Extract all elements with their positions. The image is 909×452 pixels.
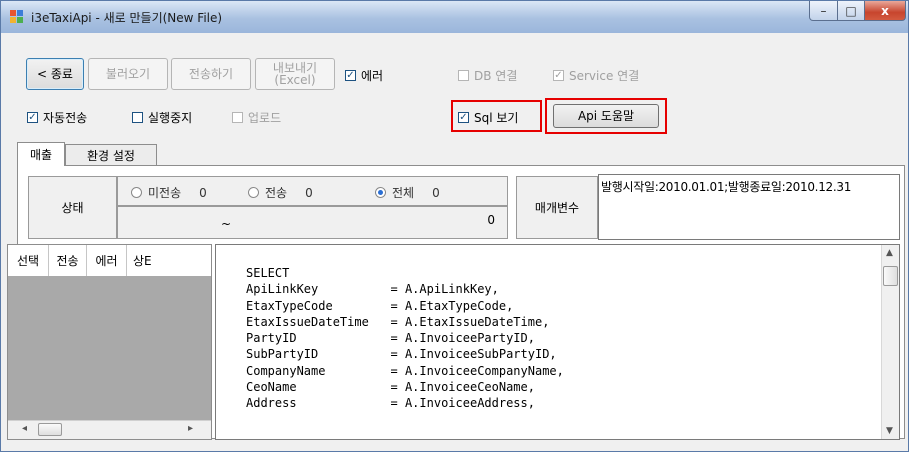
db-connect-label: DB 연결 — [474, 69, 518, 83]
scroll-left-icon[interactable]: ◂ — [22, 423, 27, 434]
grid-hscroll-thumb[interactable] — [38, 423, 62, 436]
radio-selected-icon — [375, 187, 386, 198]
checkbox-empty-icon — [232, 112, 243, 123]
invoice-grid[interactable]: 선택 전송 에러 상E ◂ ▸ — [7, 244, 212, 440]
upload-checkbox[interactable]: 업로드 — [232, 109, 281, 126]
scroll-down-icon[interactable]: ▼ — [886, 426, 893, 436]
grid-hscrollbar[interactable]: ◂ ▸ — [8, 420, 211, 439]
close-button[interactable]: x — [864, 1, 906, 21]
radio-sent[interactable]: 전송 0 — [248, 184, 313, 201]
close-icon: x — [881, 3, 889, 18]
api-help-button[interactable]: Api 도움말 — [553, 104, 659, 128]
sql-line: PartyID = A.InvoiceePartyID, — [246, 331, 535, 346]
maximize-button[interactable]: □ — [837, 1, 865, 21]
params-textbox[interactable]: 발행시작일:2010.01.01;발행종료일:2010.12.31 — [598, 174, 900, 240]
status-label: 상태 — [61, 201, 84, 215]
grid-header-status[interactable]: 상E — [127, 245, 163, 276]
radio-all[interactable]: 전체 0 — [375, 184, 440, 201]
all-count: 0 — [432, 185, 440, 200]
range-separator: ~ — [221, 217, 232, 231]
auto-send-label: 자동전송 — [43, 111, 88, 125]
sql-viewer[interactable]: SELECT ApiLinkKey = A.ApiLinkKey, EtaxTy… — [215, 244, 900, 440]
upload-label: 업로드 — [248, 111, 282, 125]
sql-line: CeoName = A.InvoiceeCeoName, — [246, 380, 535, 395]
error-checkbox[interactable]: ✓ 에러 — [345, 67, 383, 84]
sql-line: Address = A.InvoiceeAddress, — [246, 396, 535, 411]
send-button[interactable]: 전송하기 — [171, 58, 251, 90]
minimize-button[interactable]: – — [809, 1, 838, 21]
grid-header-sent[interactable]: 전송 — [49, 245, 87, 276]
stop-exec-label: 실행중지 — [148, 111, 193, 125]
check-icon: ✓ — [27, 111, 38, 123]
grid-body[interactable] — [8, 276, 211, 421]
radio-icon — [248, 187, 259, 198]
radio-icon — [131, 187, 142, 198]
app-icon — [10, 10, 23, 23]
check-icon: ✓ — [458, 111, 469, 123]
scroll-right-icon[interactable]: ▸ — [188, 423, 193, 434]
sql-line: ApiLinkKey = A.ApiLinkKey, — [246, 282, 499, 297]
sql-view-label: Sql 보기 — [474, 111, 519, 125]
auto-send-checkbox[interactable]: ✓ 자동전송 — [27, 109, 87, 126]
sql-line: SubPartyID = A.InvoiceeSubPartyID, — [246, 347, 557, 362]
window-title: i3eTaxiApi - 새로 만들기(New File) — [31, 11, 223, 25]
db-connect-checkbox[interactable]: DB 연결 — [458, 67, 517, 84]
error-checkbox-label: 에러 — [361, 69, 384, 83]
radio-unsent-label: 미전송 — [148, 186, 182, 200]
radio-sent-label: 전송 — [265, 186, 288, 200]
app-window: i3eTaxiApi - 새로 만들기(New File) – □ x < 종료… — [0, 0, 909, 452]
maximize-icon: □ — [845, 3, 857, 18]
tab-settings[interactable]: 환경 설정 — [65, 144, 157, 166]
sql-line: EtaxTypeCode = A.EtaxTypeCode, — [246, 298, 514, 313]
grid-header-select[interactable]: 선택 — [8, 245, 49, 276]
service-connect-label: Service 연결 — [569, 69, 640, 83]
radio-all-label: 전체 — [392, 186, 415, 200]
sent-count: 0 — [305, 185, 313, 200]
title-bar[interactable]: i3eTaxiApi - 새로 만들기(New File) – □ x — [1, 1, 908, 33]
sql-view-checkbox[interactable]: ✓ Sql 보기 — [458, 109, 518, 126]
params-label-cell: 매개변수 — [516, 176, 598, 239]
grid-header-error[interactable]: 에러 — [87, 245, 127, 276]
grid-header: 선택 전송 에러 상E — [8, 245, 211, 276]
sql-vscroll-thumb[interactable] — [883, 266, 898, 286]
check-icon: ✓ — [345, 69, 356, 81]
total-count: 0 — [487, 213, 495, 227]
radio-unsent[interactable]: 미전송 0 — [131, 184, 207, 201]
checkbox-empty-icon — [458, 70, 469, 81]
tab-panel: 상태 미전송 0 전송 0 전체 0 ~ 0 매개변수 발행시작일:2010.0… — [7, 165, 905, 440]
sql-text: SELECT ApiLinkKey = A.ApiLinkKey, EtaxTy… — [246, 266, 564, 413]
back-button[interactable]: < 종료 — [26, 58, 84, 90]
params-label: 매개변수 — [534, 201, 580, 215]
load-button[interactable]: 불러오기 — [88, 58, 168, 90]
checkbox-empty-icon — [132, 112, 143, 123]
status-label-cell: 상태 — [28, 176, 117, 239]
stop-exec-checkbox[interactable]: 실행중지 — [132, 109, 192, 126]
scroll-up-icon[interactable]: ▲ — [886, 248, 893, 258]
tab-sales[interactable]: 매출 — [17, 142, 65, 166]
date-range-row: ~ 0 — [117, 206, 508, 239]
minimize-icon: – — [820, 3, 827, 18]
sql-vscrollbar[interactable]: ▲ ▼ — [881, 245, 899, 439]
service-connect-checkbox[interactable]: ✓ Service 연결 — [553, 67, 639, 84]
sql-line: SELECT — [246, 266, 290, 280]
sql-line: CompanyName = A.InvoiceeCompanyName, — [246, 363, 564, 378]
unsent-count: 0 — [199, 185, 207, 200]
export-excel-button[interactable]: 내보내기 (Excel) — [255, 58, 335, 90]
sql-line: EtaxIssueDateTime = A.EtaxIssueDateTime, — [246, 314, 550, 329]
check-icon: ✓ — [553, 69, 564, 81]
